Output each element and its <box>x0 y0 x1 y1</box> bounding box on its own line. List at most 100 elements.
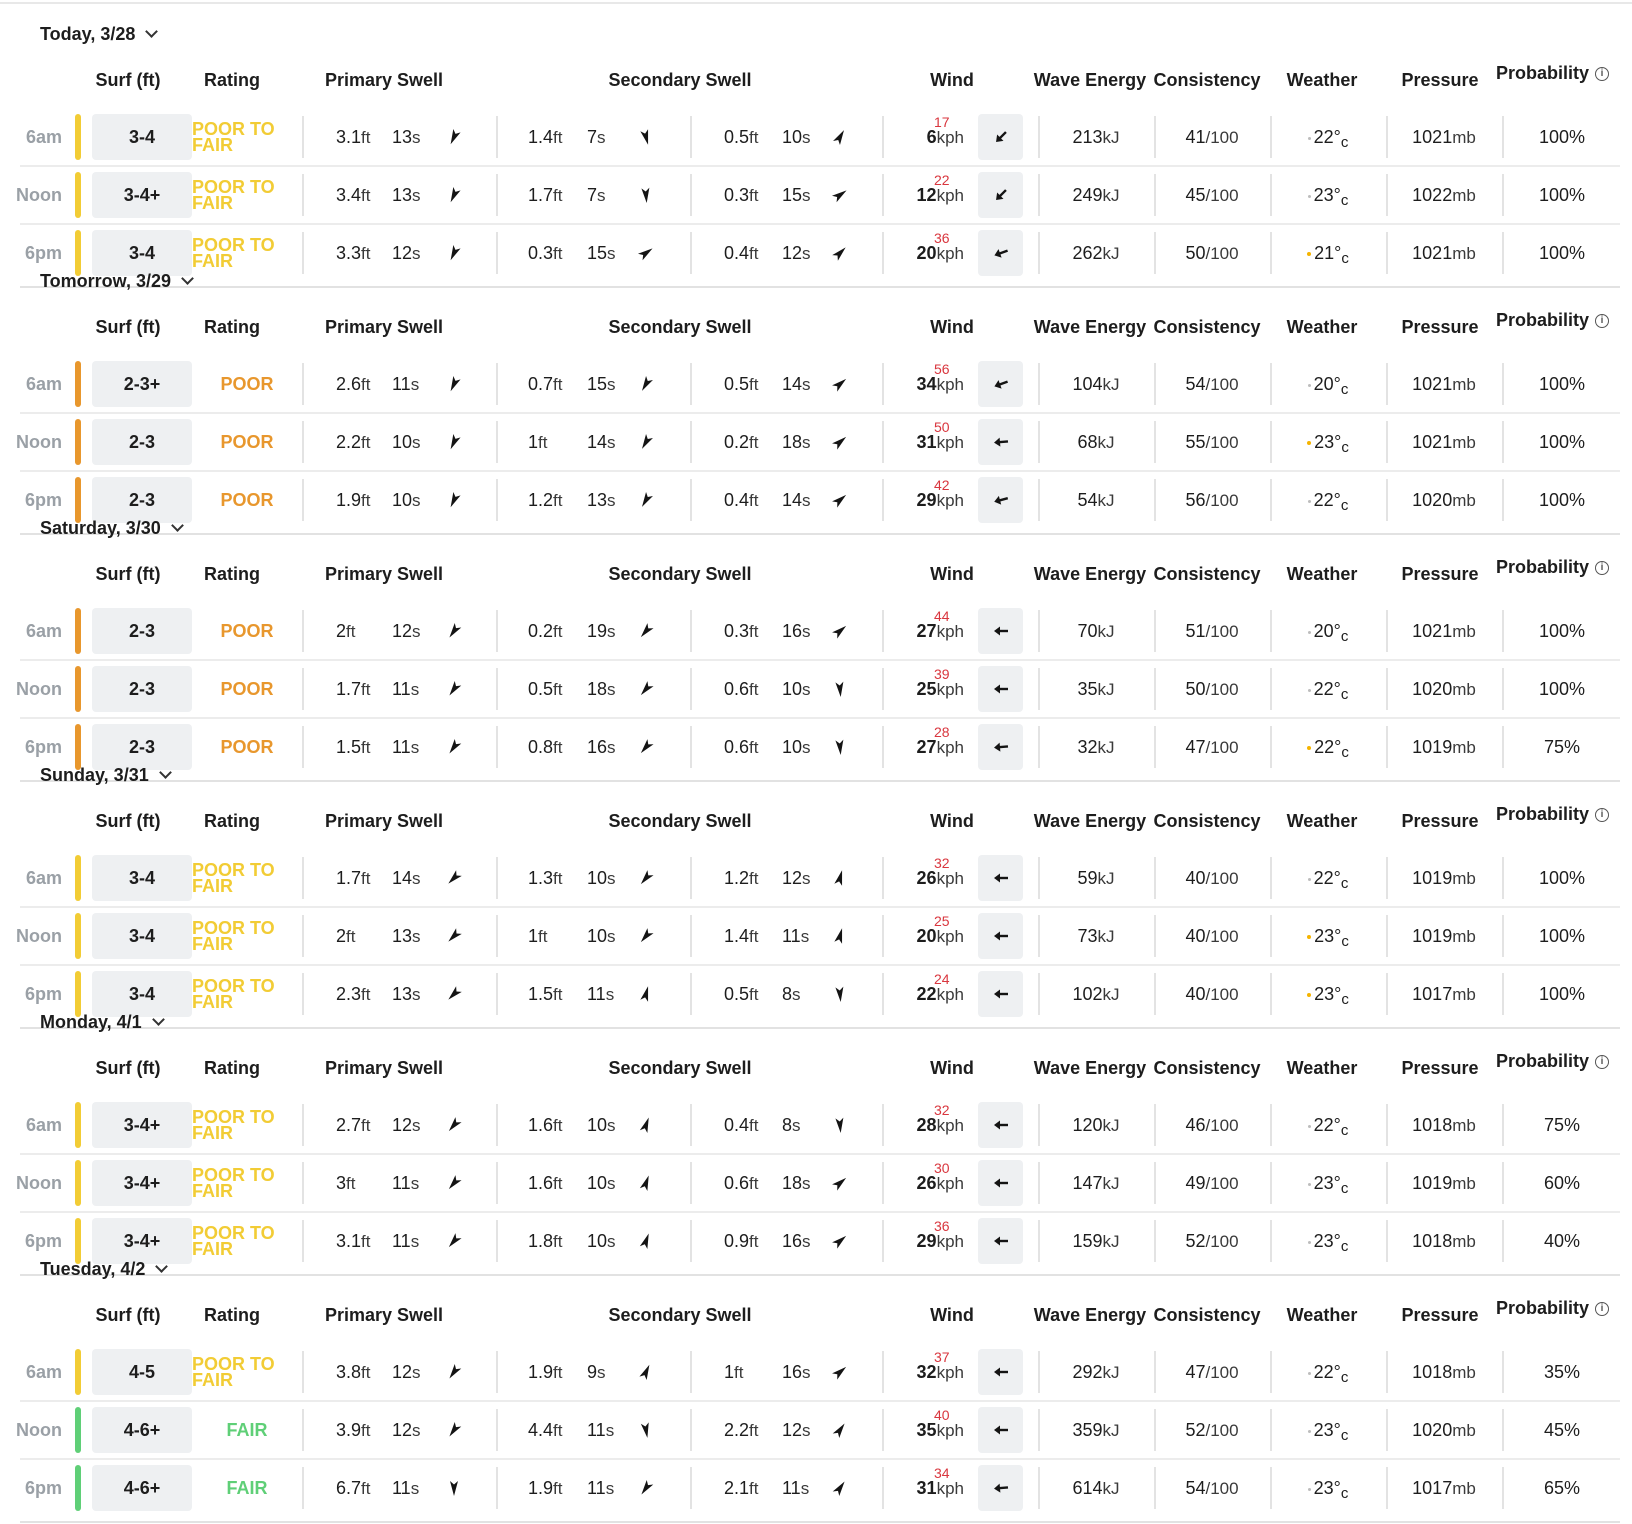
chevron-down-icon[interactable] <box>151 1013 165 1026</box>
secondary-swell-2-height: 0.2ft <box>724 413 758 471</box>
forecast-row[interactable]: 6am 4-5 POOR TO FAIR 3.8ft 12s 1.9ft 9s 1ft 16s 3… <box>0 1343 1632 1402</box>
column-header-primary-swell: Primary Swell <box>324 811 444 831</box>
day-section: Sunday, 3/31 Surf (ft) Rating Primary Swell… <box>0 747 1632 1029</box>
day-header-toggle[interactable]: Sunday, 3/31 <box>40 761 172 789</box>
unit-seconds: s <box>607 433 616 452</box>
wave-energy-value: 120 <box>1072 1115 1103 1135</box>
unit-seconds: s <box>410 680 420 699</box>
forecast-row[interactable]: Noon 4-6+ FAIR 3.9ft 12s 4.4ft 11s 2.2ft 12s 35kp… <box>0 1401 1632 1460</box>
secondary-swell-2-height-value: 2.1 <box>724 1478 750 1498</box>
forecast-row[interactable]: Noon 3-4 POOR TO FAIR 2ft 13s 1ft 10s 1.4ft 11s 2… <box>0 907 1632 966</box>
secondary-swell-1-period: 14s <box>587 413 616 471</box>
info-icon[interactable]: i <box>1595 314 1610 329</box>
primary-swell-period: 13s <box>392 907 421 965</box>
weather: 22°c <box>1272 1343 1384 1401</box>
secondary-swell-1-period: 9s <box>587 1343 606 1401</box>
unit-celsius: c <box>1340 686 1349 703</box>
day-header-toggle[interactable]: Tuesday, 4/2 <box>40 1255 169 1283</box>
pressure: 1020mb <box>1388 1401 1500 1459</box>
day-title: Monday, 4/1 <box>40 1011 142 1032</box>
consistency: 40/100 <box>1156 907 1268 965</box>
secondary-swell-2-height-value: 1.2 <box>724 868 750 888</box>
info-icon[interactable]: i <box>1595 808 1610 823</box>
column-header-consistency: Consistency <box>1153 1058 1261 1078</box>
secondary-swell-2-period-value: 16 <box>782 1362 803 1382</box>
wind-speed-value: 27 <box>916 621 937 641</box>
rating-color-bar <box>75 361 81 407</box>
forecast-row[interactable]: 6am 2-3 POOR 2ft 12s 0.2ft 19s 0.3ft 16s 27kph 44 7… <box>0 602 1632 661</box>
secondary-swell-1-period-value: 11 <box>587 1420 606 1440</box>
consistency-value: 52 <box>1185 1420 1206 1440</box>
wave-energy-value: 147 <box>1072 1173 1103 1193</box>
day-header-toggle[interactable]: Saturday, 3/30 <box>40 514 184 542</box>
wind-speed: 12kph <box>890 166 964 224</box>
column-header-rating: Rating <box>204 70 260 90</box>
chevron-down-icon[interactable] <box>158 766 172 779</box>
forecast-row[interactable]: Noon 2-3 POOR 2.2ft 10s 1ft 14s 0.2ft 18s 31kph 50… <box>0 413 1632 472</box>
chevron-down-icon[interactable] <box>181 272 194 285</box>
primary-swell-period-value: 11 <box>392 679 411 699</box>
weather: 22°c <box>1272 108 1384 166</box>
primary-swell-height-value: 3.9 <box>336 1420 362 1440</box>
day-header-toggle[interactable]: Monday, 4/1 <box>40 1008 165 1036</box>
swell-direction-icon <box>444 432 464 452</box>
primary-swell-height: 1.7ft <box>336 849 370 907</box>
wave-energy: 147kJ <box>1040 1154 1152 1212</box>
day-section: Tuesday, 4/2 Surf (ft) Rating Primary Swell… <box>0 1241 1632 1523</box>
unit-ft: ft <box>749 375 759 394</box>
chevron-down-icon[interactable] <box>145 25 159 38</box>
wave-energy: 104kJ <box>1040 355 1152 413</box>
primary-swell-height: 2.6ft <box>336 355 370 413</box>
unit-seconds: s <box>412 186 421 205</box>
secondary-swell-1-period-value: 9 <box>587 1362 598 1382</box>
forecast-row[interactable]: 6am 2-3+ POOR 2.6ft 11s 0.7ft 15s 0.5ft 14s 34kph… <box>0 355 1632 414</box>
primary-swell-height-value: 2.7 <box>336 1115 362 1135</box>
surf-height: 4-6+ <box>92 1465 192 1511</box>
column-divider <box>882 610 884 652</box>
unit-kph: kph <box>936 186 964 205</box>
secondary-swell-1-height-value: 1.9 <box>528 1478 554 1498</box>
primary-swell-period-value: 13 <box>392 127 413 147</box>
unit-ft: ft <box>749 927 759 946</box>
primary-swell-height: 2.7ft <box>336 1096 370 1154</box>
forecast-row[interactable]: 6am 3-4+ POOR TO FAIR 2.7ft 12s 1.6ft 10s 0.4ft… <box>0 1096 1632 1155</box>
forecast-row[interactable]: 6am 3-4 POOR TO FAIR 3.1ft 13s 1.4ft 7s 0.5ft 10… <box>0 108 1632 167</box>
info-icon[interactable]: i <box>1595 67 1610 82</box>
primary-swell-height-value: 2.6 <box>336 374 362 394</box>
unit-ft: ft <box>553 1174 563 1193</box>
primary-swell-period-value: 11 <box>392 1478 411 1498</box>
surf-height: 3-4+ <box>92 1160 192 1206</box>
unit-ft: ft <box>553 1421 563 1440</box>
pressure-value: 1020 <box>1412 1420 1453 1440</box>
wind-gust: 32 <box>934 855 950 871</box>
day-header-toggle[interactable]: Tomorrow, 3/29 <box>40 267 194 295</box>
wind-gust: 30 <box>934 1160 950 1176</box>
day-title: Sunday, 3/31 <box>40 764 149 785</box>
forecast-row[interactable]: 6pm 4-6+ FAIR 6.7ft 11s 1.9ft 11s 2.1ft 11s 31kph… <box>0 1459 1632 1517</box>
pressure-value: 1019 <box>1412 926 1453 946</box>
chevron-down-icon[interactable] <box>155 1260 169 1273</box>
primary-swell-period-value: 10 <box>392 432 413 452</box>
pressure: 1021mb <box>1388 413 1500 471</box>
wind-speed-value: 35 <box>916 1420 937 1440</box>
forecast-row[interactable]: 6am 3-4 POOR TO FAIR 1.7ft 14s 1.3ft 10s 1.2ft 1… <box>0 849 1632 908</box>
info-icon[interactable]: i <box>1595 1055 1610 1070</box>
wave-energy: 213kJ <box>1040 108 1152 166</box>
forecast-row[interactable]: Noon 3-4+ POOR TO FAIR 3.4ft 13s 1.7ft 7s 0.3ft… <box>0 166 1632 225</box>
unit-kph: kph <box>936 622 964 641</box>
forecast-row[interactable]: Noon 3-4+ POOR TO FAIR 3ft 11s 1.6ft 10s 0.6ft 1… <box>0 1154 1632 1213</box>
pressure: 1021mb <box>1388 355 1500 413</box>
info-icon[interactable]: i <box>1595 1302 1610 1317</box>
primary-swell-height-value: 2.2 <box>336 432 362 452</box>
forecast-row[interactable]: Noon 2-3 POOR 1.7ft 11s 0.5ft 18s 0.6ft 10s 25kph… <box>0 660 1632 719</box>
consistency: 50/100 <box>1156 660 1268 718</box>
unit-celsius: c <box>1340 1122 1349 1139</box>
surf-height: 2-3 <box>92 608 192 654</box>
surf-height: 2-3 <box>92 419 192 465</box>
chevron-down-icon[interactable] <box>170 519 184 532</box>
day-header-toggle[interactable]: Today, 3/28 <box>40 20 159 48</box>
rating-label: FAIR <box>226 1477 268 1498</box>
secondary-swell-2-period-value: 18 <box>782 1173 803 1193</box>
info-icon[interactable]: i <box>1595 561 1610 576</box>
secondary-swell-2-period: 12s <box>782 1401 811 1459</box>
